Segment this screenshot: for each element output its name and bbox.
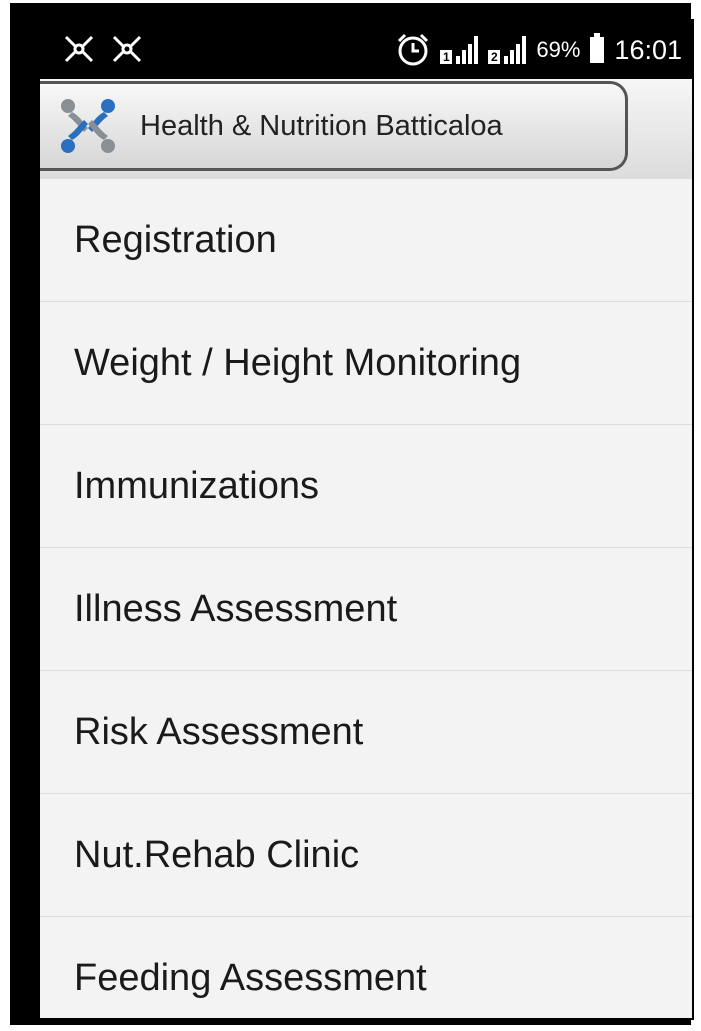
menu-item-label: Illness Assessment: [74, 587, 398, 630]
sim2-label: 2: [488, 50, 501, 64]
notification-icon: [112, 35, 142, 63]
action-bar: Health & Nutrition Batticaloa: [40, 79, 692, 179]
app-title: Health & Nutrition Batticaloa: [140, 109, 503, 142]
menu-item-illness-assessment[interactable]: Illness Assessment: [40, 548, 692, 671]
device-frame: 1 2 69% 16:01 Health & Nutrition Battica…: [10, 3, 694, 1025]
notification-icon: [64, 35, 94, 63]
menu-item-nut-rehab-clinic[interactable]: Nut.Rehab Clinic: [40, 794, 692, 917]
menu-item-weight-height-monitoring[interactable]: Weight / Height Monitoring: [40, 302, 692, 425]
status-notifications: [62, 33, 144, 65]
app-logo-icon: [61, 99, 115, 153]
status-bar: 1 2 69% 16:01: [40, 21, 692, 79]
menu-item-risk-assessment[interactable]: Risk Assessment: [40, 671, 692, 794]
app-title-button[interactable]: Health & Nutrition Batticaloa: [40, 81, 628, 171]
menu-item-label: Risk Assessment: [74, 710, 364, 753]
main-menu-list: Registration Weight / Height Monitoring …: [40, 179, 692, 1018]
sim1-signal-icon: 1: [440, 36, 479, 64]
menu-item-label: Nut.Rehab Clinic: [74, 833, 360, 876]
menu-item-label: Registration: [74, 218, 277, 261]
menu-item-registration[interactable]: Registration: [40, 179, 692, 302]
menu-item-feeding-assessment[interactable]: Feeding Assessment: [40, 917, 692, 1018]
menu-item-label: Weight / Height Monitoring: [74, 341, 522, 384]
clock-time: 16:01: [614, 34, 682, 65]
menu-item-label: Immunizations: [74, 464, 319, 507]
sim1-label: 1: [440, 50, 453, 64]
menu-item-label: Feeding Assessment: [74, 956, 427, 999]
phone-screen: 1 2 69% 16:01 Health & Nutrition Battica…: [38, 19, 694, 1020]
sim2-signal-icon: 2: [488, 36, 527, 64]
menu-item-immunizations[interactable]: Immunizations: [40, 425, 692, 548]
battery-percent: 69%: [536, 37, 581, 62]
alarm-clock-icon: [398, 33, 429, 66]
battery-icon: [590, 33, 605, 63]
status-indicators: 1 2 69% 16:01: [396, 29, 682, 71]
